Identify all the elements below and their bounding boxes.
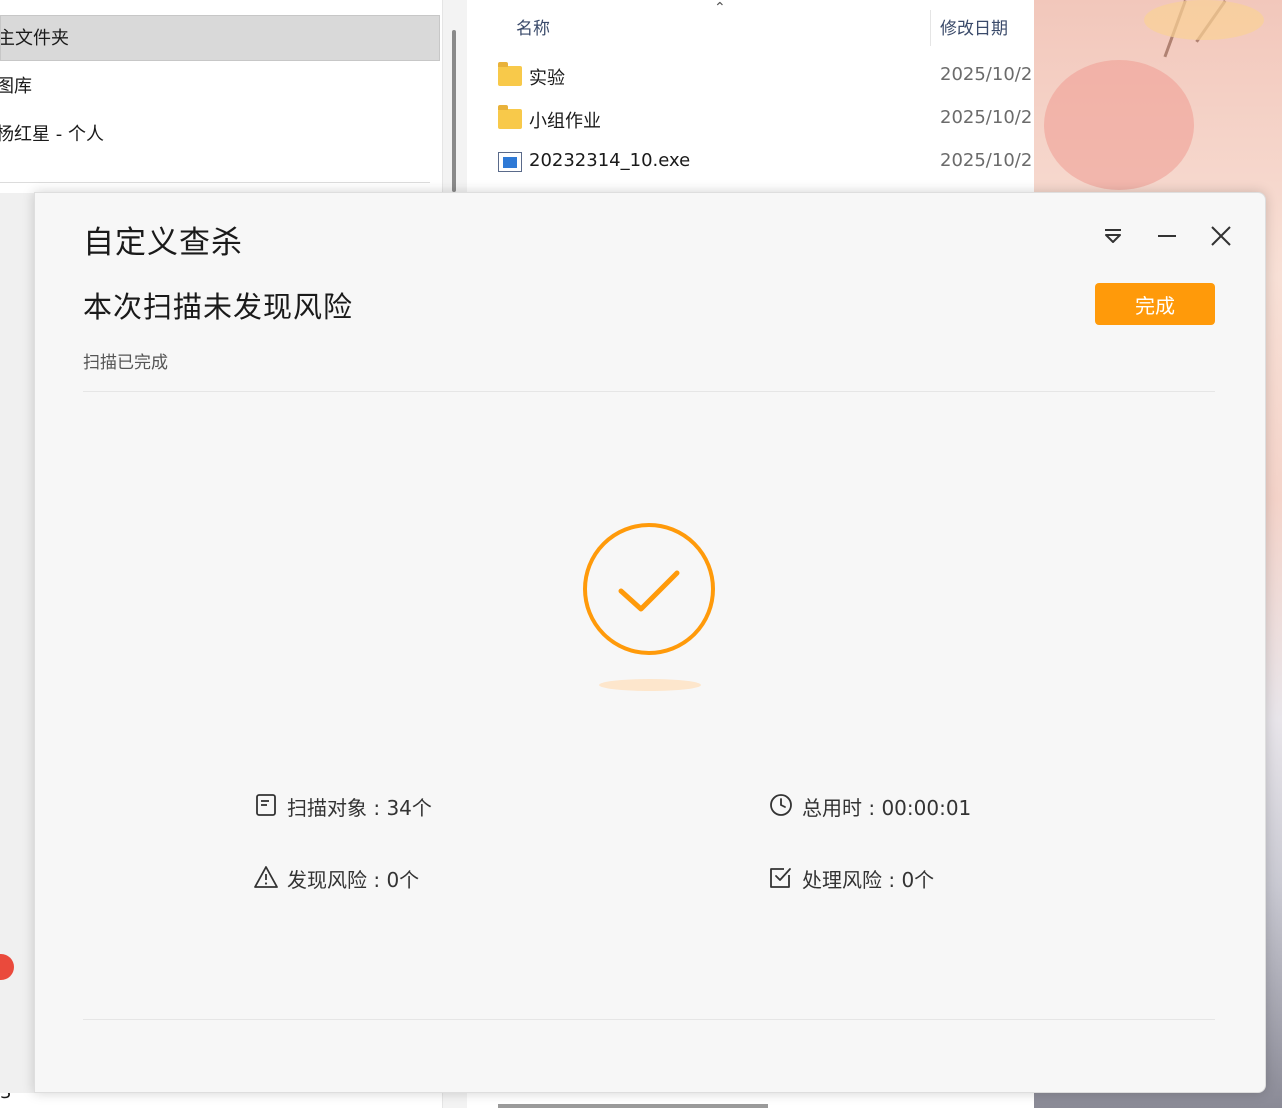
minimize-icon bbox=[1158, 235, 1176, 237]
notification-badge bbox=[0, 954, 14, 980]
nav-separator bbox=[0, 182, 430, 183]
stat-label: 处理风险 : 0个 bbox=[802, 868, 935, 892]
dropdown-menu-button[interactable] bbox=[1098, 221, 1128, 251]
icon-shadow bbox=[599, 679, 701, 691]
file-date: 2025/10/2 bbox=[940, 107, 1033, 128]
minimize-button[interactable] bbox=[1152, 221, 1182, 251]
check-circle-icon bbox=[581, 521, 717, 657]
column-header-date[interactable]: 修改日期 bbox=[940, 14, 1008, 39]
stat-label: 总用时 : 00:00:01 bbox=[802, 796, 972, 820]
nav-item-personal-onedrive[interactable]: 杨红星 - 个人 bbox=[0, 112, 440, 158]
divider bbox=[83, 391, 1215, 392]
folder-icon bbox=[498, 62, 522, 86]
scan-result-headline: 本次扫描未发现风险 bbox=[83, 290, 354, 324]
close-icon bbox=[1211, 226, 1231, 246]
column-divider[interactable] bbox=[930, 10, 931, 46]
clock-icon bbox=[770, 794, 792, 816]
done-button[interactable]: 完成 bbox=[1095, 283, 1215, 325]
dialog-title: 自定义查杀 bbox=[83, 225, 243, 261]
file-date: 2025/10/2 bbox=[940, 150, 1033, 171]
file-name: 20232314_10.exe bbox=[529, 150, 691, 171]
file-row[interactable]: 20232314_10.exe 2025/10/2 bbox=[498, 144, 1034, 184]
dropdown-menu-icon bbox=[1105, 229, 1121, 243]
nav-item-home[interactable]: 主文件夹 bbox=[0, 15, 440, 61]
nav-item-gallery[interactable]: 图库 bbox=[0, 64, 440, 110]
nav-scrollbar-thumb[interactable] bbox=[452, 30, 456, 192]
column-header-name[interactable]: 名称 bbox=[516, 14, 550, 39]
file-name: 小组作业 bbox=[529, 111, 601, 132]
folder-icon bbox=[498, 105, 522, 129]
stat-label: 发现风险 : 0个 bbox=[287, 868, 420, 892]
stat-label: 扫描对象 : 34个 bbox=[287, 796, 432, 820]
document-icon bbox=[256, 794, 276, 816]
sort-ascending-icon: ⌃ bbox=[714, 0, 726, 16]
exe-file-icon bbox=[498, 152, 522, 172]
horizontal-scrollbar-thumb[interactable] bbox=[498, 1104, 768, 1108]
wallpaper-detail bbox=[1044, 60, 1194, 190]
background-window-edge bbox=[0, 193, 34, 1093]
scan-result-dialog: 自定义查杀 本次扫描未发现风险 完成 扫描已完成 扫描对象 : 34个 总用时 … bbox=[34, 192, 1266, 1093]
scan-status-text: 扫描已完成 bbox=[83, 353, 168, 373]
divider bbox=[83, 1019, 1215, 1020]
file-date: 2025/10/2 bbox=[940, 64, 1033, 85]
warning-icon bbox=[254, 866, 278, 888]
close-button[interactable] bbox=[1206, 221, 1236, 251]
file-row[interactable]: 实验 2025/10/2 bbox=[498, 58, 1034, 98]
file-name: 实验 bbox=[529, 68, 565, 89]
checkbox-icon bbox=[770, 868, 791, 888]
wallpaper-detail bbox=[1144, 0, 1264, 40]
file-row[interactable]: 小组作业 2025/10/2 bbox=[498, 101, 1034, 141]
